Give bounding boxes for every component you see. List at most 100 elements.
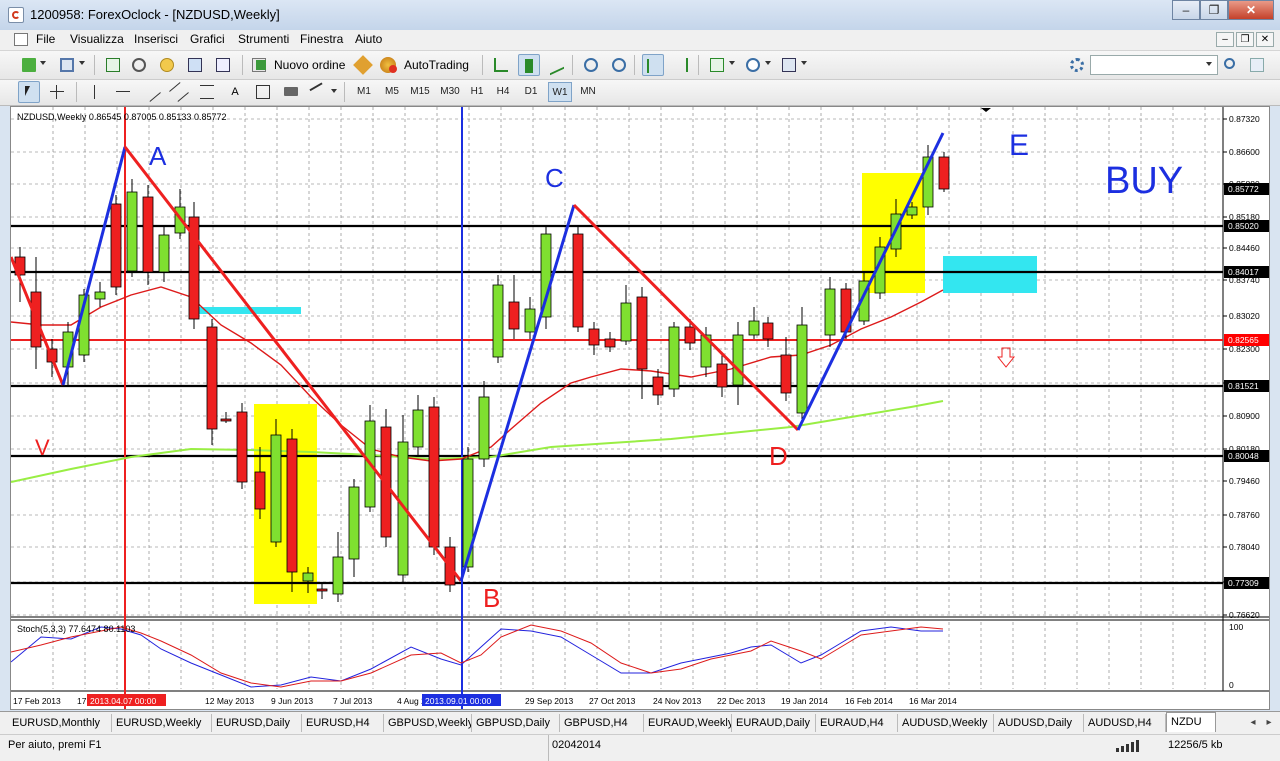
tab-chart[interactable]: NZDU — [1166, 712, 1216, 732]
timeframe-m1[interactable]: M1 — [352, 82, 376, 102]
timeframe-m30[interactable]: M30 — [436, 82, 464, 102]
candle — [780, 354, 792, 394]
equidistant-channel-button[interactable] — [168, 81, 190, 103]
timeframe-mn[interactable]: MN — [576, 82, 600, 102]
line-chart-button[interactable] — [546, 54, 568, 76]
market-watch-button[interactable] — [102, 54, 124, 76]
date-tick-label: 27 Oct 2013 — [589, 696, 636, 706]
close-button[interactable]: ✕ — [1228, 0, 1274, 20]
timeframe-w1[interactable]: W1 — [548, 82, 572, 102]
data-window-button[interactable] — [128, 54, 150, 76]
candle — [332, 556, 344, 595]
zoom-in-button[interactable] — [580, 54, 602, 76]
candlestick-button[interactable] — [518, 54, 540, 76]
separator — [698, 55, 699, 75]
terminal-button[interactable] — [184, 54, 206, 76]
settings-button[interactable] — [1066, 54, 1088, 76]
tab-chart[interactable]: GBPUSD,Daily — [472, 714, 560, 732]
menu-strumenti[interactable]: Strumenti — [238, 32, 289, 46]
tab-scroll-right-button[interactable]: ▸ — [1262, 715, 1276, 731]
date-tick-label: 16 Mar 2014 — [909, 696, 957, 706]
rectangle-button[interactable] — [280, 81, 302, 103]
tab-chart[interactable]: GBPUSD,Weekly — [384, 714, 472, 732]
price-chart[interactable]: ABCDEVBUY 0.873200.866000.858800.851800.… — [11, 107, 1269, 709]
search-input[interactable] — [1090, 55, 1218, 75]
new-order-button[interactable]: Nuovo ordine — [250, 54, 350, 76]
maximize-button[interactable]: ❐ — [1200, 0, 1228, 20]
chart-shift-button[interactable] — [670, 54, 692, 76]
tab-chart[interactable]: EURAUD,Weekly — [644, 714, 732, 732]
tab-chart[interactable]: EURUSD,Monthly — [8, 714, 112, 732]
menu-file[interactable]: File — [36, 32, 55, 46]
tab-chart[interactable]: EURUSD,H4 — [302, 714, 384, 732]
zoom-out-button[interactable] — [608, 54, 630, 76]
line-chart-icon — [550, 54, 564, 76]
fibonacci-button[interactable] — [196, 81, 218, 103]
new-chart-button[interactable] — [18, 54, 40, 76]
price-tick-label: 0.87320 — [1229, 114, 1260, 124]
chevron-down-icon — [765, 61, 771, 65]
date-tick-label: 29 Sep 2013 — [525, 696, 573, 706]
timeframe-m15[interactable]: M15 — [406, 82, 434, 102]
candle — [142, 196, 154, 273]
timeframe-h1[interactable]: H1 — [466, 82, 488, 102]
bar-chart-button[interactable] — [490, 54, 512, 76]
menu-inserisci[interactable]: Inserisci — [134, 32, 178, 46]
timeframe-d1[interactable]: D1 — [520, 82, 542, 102]
tab-chart[interactable]: EURAUD,H4 — [816, 714, 898, 732]
candle — [270, 434, 282, 543]
cursor-button[interactable] — [18, 81, 40, 103]
indicators-button[interactable] — [706, 54, 728, 76]
tab-chart[interactable]: GBPUSD,H4 — [560, 714, 644, 732]
community-button[interactable] — [1246, 54, 1268, 76]
mdi-close-button[interactable]: ✕ — [1256, 32, 1274, 47]
vertical-line-button[interactable] — [84, 81, 106, 103]
tab-chart[interactable]: EURUSD,Weekly — [112, 714, 212, 732]
horizontal-line-button[interactable] — [112, 81, 134, 103]
tab-chart[interactable]: EURUSD,Daily — [212, 714, 302, 732]
market-watch-icon — [106, 58, 120, 72]
tab-chart[interactable]: EURAUD,Daily — [732, 714, 816, 732]
chevron-down-icon — [729, 61, 735, 65]
timeframe-h4[interactable]: H4 — [492, 82, 514, 102]
menu-visualizza[interactable]: Visualizza — [70, 32, 124, 46]
text-label-button[interactable] — [252, 81, 274, 103]
search-button[interactable] — [1220, 54, 1242, 76]
pattern-line — [11, 256, 65, 386]
profiles-icon — [60, 58, 74, 72]
candle — [316, 588, 328, 592]
text-button[interactable]: A — [224, 81, 246, 103]
metaeditor-button[interactable] — [352, 54, 374, 76]
tab-scroll-left-button[interactable]: ◂ — [1246, 715, 1260, 731]
tab-chart[interactable]: AUDUSD,Weekly — [898, 714, 994, 732]
date-tick-label: 19 Jan 2014 — [781, 696, 828, 706]
periods-button[interactable] — [742, 54, 764, 76]
candle — [492, 284, 504, 358]
timeframe-m5[interactable]: M5 — [380, 82, 404, 102]
arrows-button[interactable] — [308, 81, 330, 103]
menu-finestra[interactable]: Finestra — [300, 32, 343, 46]
strategy-tester-button[interactable] — [212, 54, 234, 76]
tab-chart[interactable]: AUDUSD,H4 — [1084, 714, 1166, 732]
separator — [572, 55, 573, 75]
menu-grafici[interactable]: Grafici — [190, 32, 225, 46]
chart-window[interactable]: ABCDEVBUY 0.873200.866000.858800.851800.… — [10, 106, 1270, 710]
pattern-line — [572, 203, 800, 432]
candle — [286, 438, 298, 573]
templates-button[interactable] — [778, 54, 800, 76]
chevron-down-icon — [1206, 62, 1212, 66]
tab-chart[interactable]: AUDUSD,Daily — [994, 714, 1084, 732]
auto-scroll-button[interactable] — [642, 54, 664, 76]
annotation-b: B — [483, 583, 500, 613]
crosshair-button[interactable] — [46, 81, 68, 103]
menu-aiuto[interactable]: Aiuto — [355, 32, 382, 46]
search-icon — [1224, 58, 1235, 69]
profiles-button[interactable] — [56, 54, 78, 76]
mdi-restore-button[interactable]: ❐ — [1236, 32, 1254, 47]
mdi-minimize-button[interactable]: – — [1216, 32, 1234, 47]
trendline-button[interactable] — [140, 81, 162, 103]
minimize-button[interactable]: – — [1172, 0, 1200, 20]
navigator-button[interactable] — [156, 54, 178, 76]
autotrading-button[interactable]: AutoTrading — [378, 54, 478, 76]
price-marker-label: 0.84017 — [1228, 267, 1259, 277]
